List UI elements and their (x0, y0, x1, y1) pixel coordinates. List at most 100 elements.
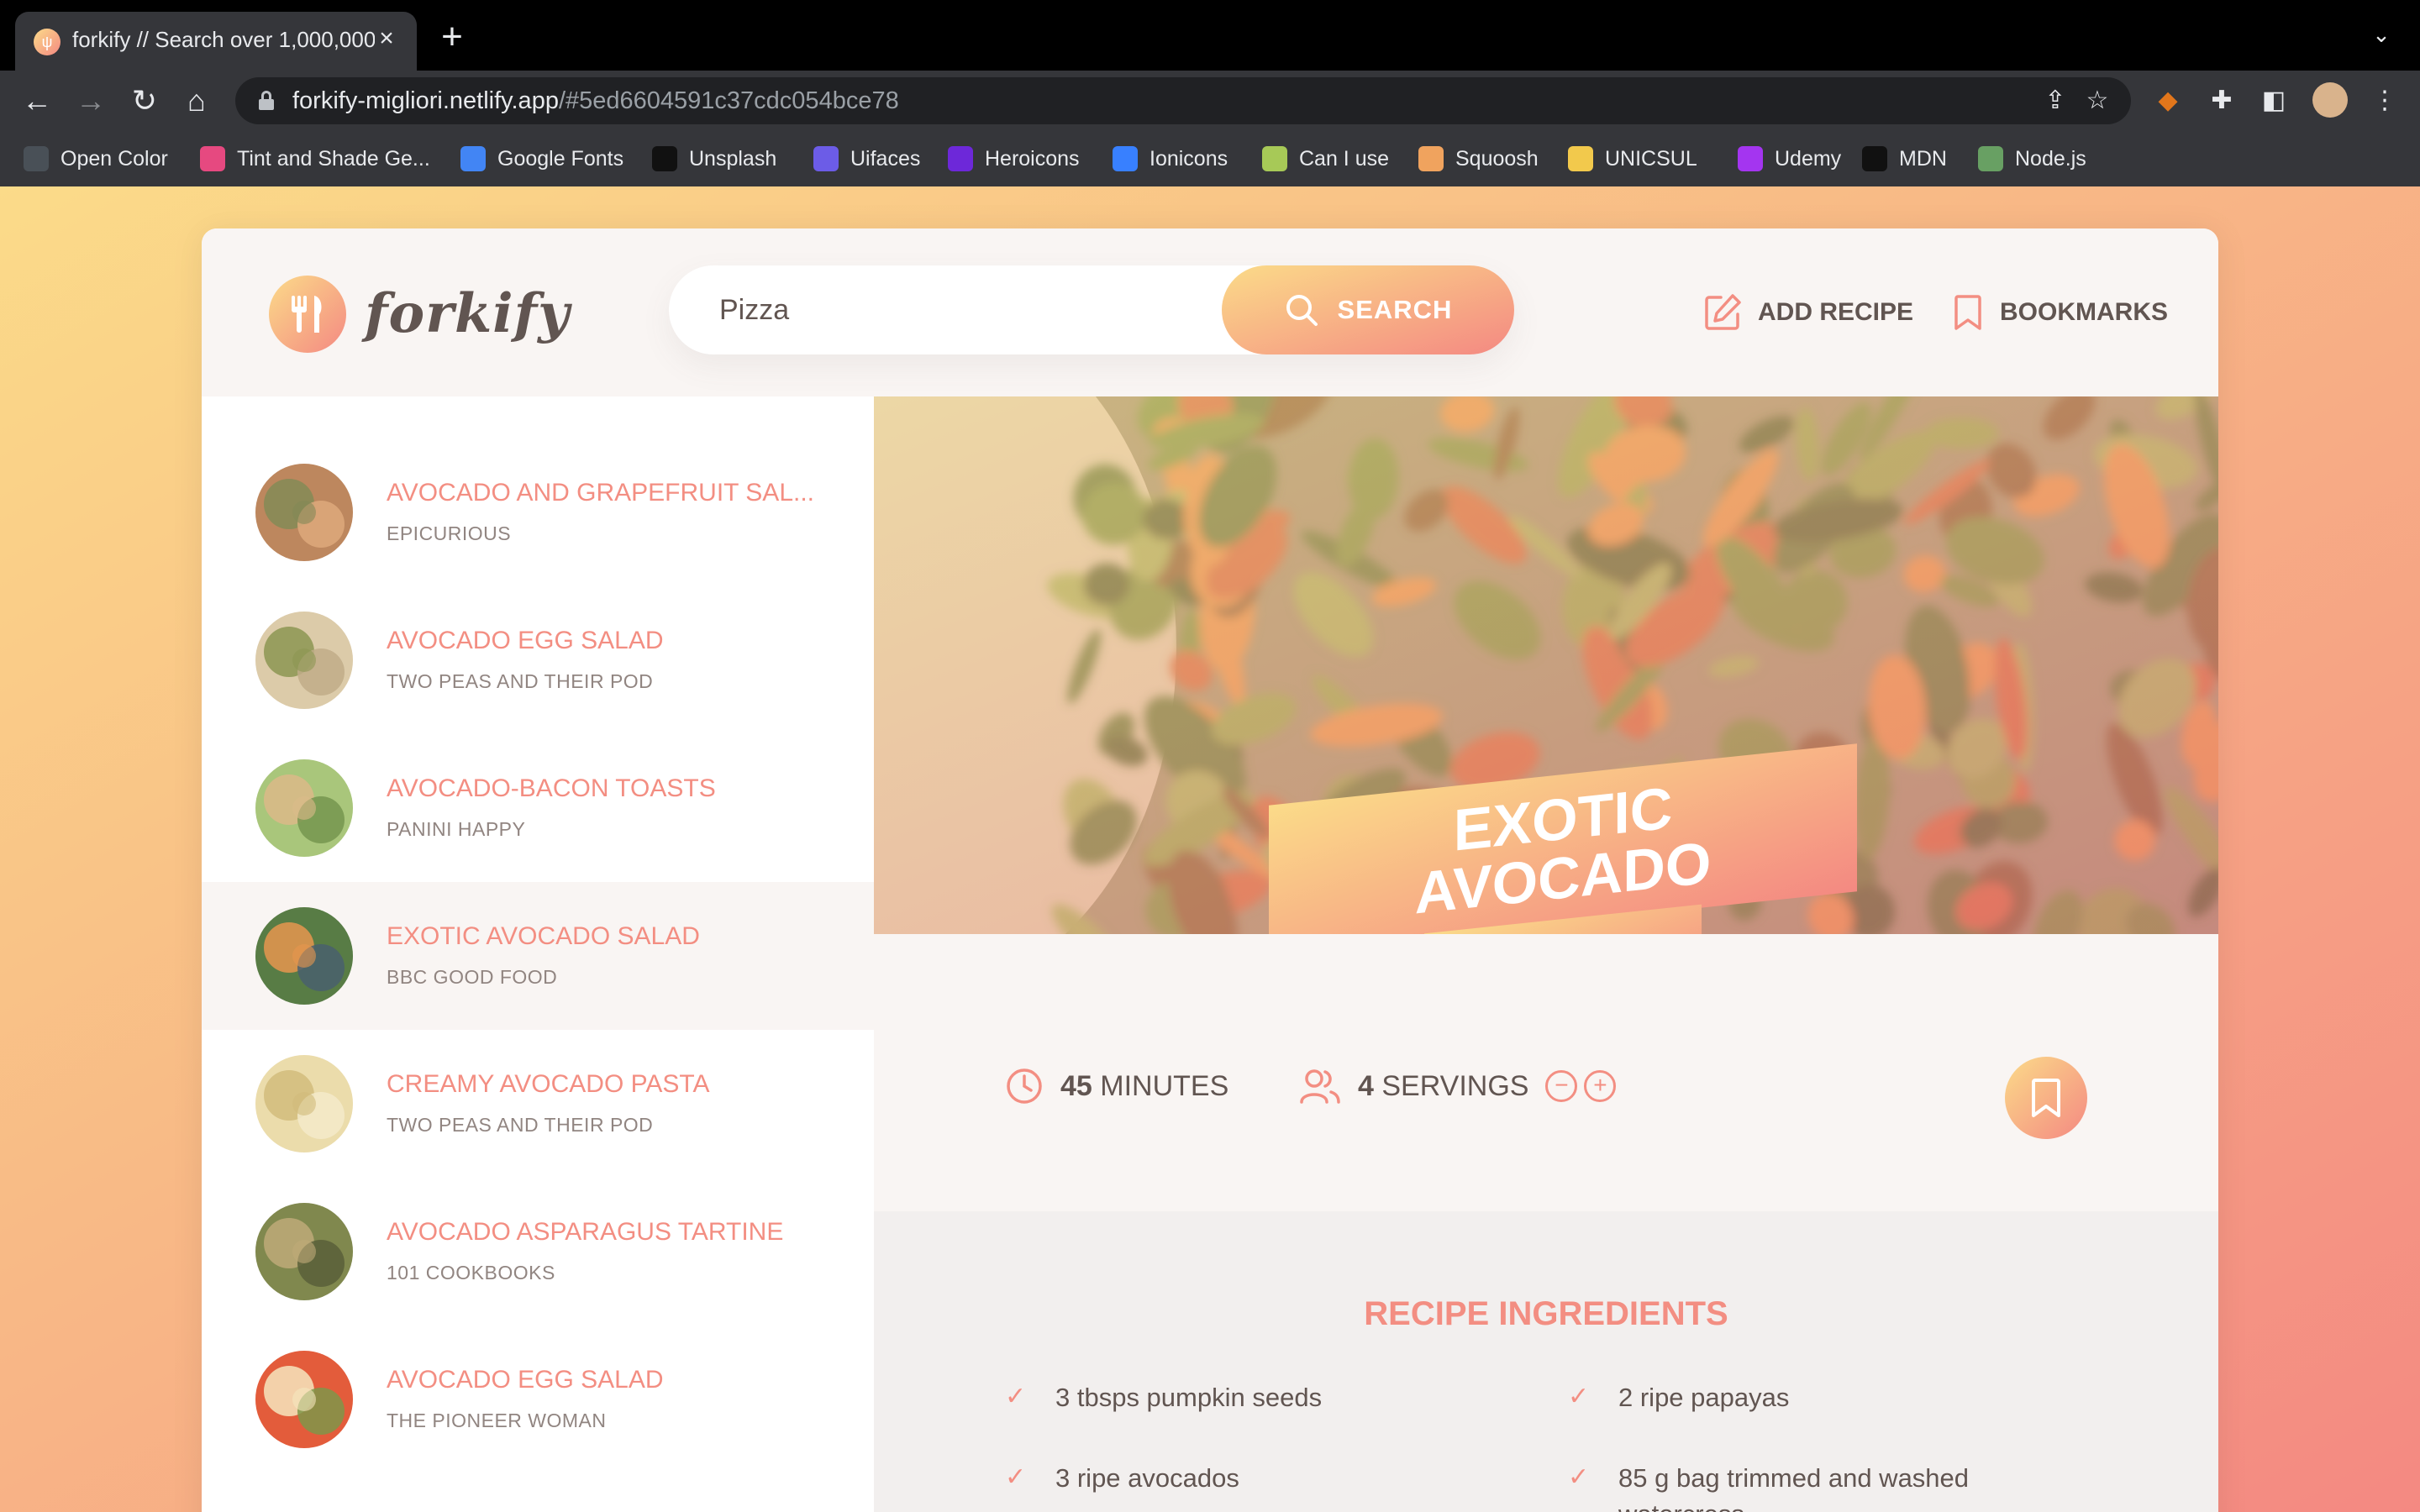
result-title: Avocado Egg Salad (387, 627, 664, 654)
bookmark-label: Squoosh (1455, 146, 1539, 171)
logo-text: forkify (365, 282, 571, 345)
search-result-item[interactable]: Avocado and Grapefruit Sal... Epicurious (202, 438, 874, 586)
search-result-item[interactable]: Avocado Egg Salad Two Peas and Their Pod (202, 586, 874, 734)
bookmark-item[interactable]: MDN (1862, 143, 1947, 175)
lock-icon[interactable] (259, 91, 274, 110)
bookmark-item[interactable]: Open Color (24, 143, 168, 175)
browser-tab-active[interactable]: ψ forkify // Search over 1,000,000 recip… (15, 12, 417, 71)
new-tab-plus-icon[interactable]: + (434, 18, 471, 57)
minutes-label: MINUTES (1100, 1069, 1229, 1102)
servings-count: 4 (1358, 1069, 1374, 1102)
bookmark-label: Unsplash (689, 146, 777, 171)
caniuse-icon (1262, 146, 1287, 171)
search-result-item[interactable]: Creamy Avocado Pasta Two Peas and Their P… (202, 1030, 874, 1178)
ionicons-icon (1113, 146, 1138, 171)
check-icon: ✓ (1568, 1463, 1590, 1491)
bookmark-item[interactable]: Uifaces (813, 143, 920, 175)
reload-icon[interactable]: ↻ (123, 79, 166, 123)
result-thumbnail (255, 464, 353, 561)
result-publisher: BBC Good Food (387, 966, 558, 988)
check-icon: ✓ (1005, 1383, 1027, 1410)
result-title: Avocado-Bacon Toasts (387, 774, 716, 802)
bookmark-item[interactable]: Google Fonts (460, 143, 623, 175)
bookmark-item[interactable]: Heroicons (948, 143, 1080, 175)
search-button[interactable]: SEARCH (1222, 265, 1514, 354)
search-result-item[interactable]: Avocado Asparagus Tartine 101 Cookbooks (202, 1178, 874, 1326)
ingredient-item: ✓ 2 ripe papayas (1568, 1379, 2039, 1415)
add-recipe-button[interactable]: ADD RECIPE (1702, 289, 1913, 336)
bookmark-item[interactable]: Node.js (1978, 143, 2086, 175)
clock-icon (1007, 1068, 1042, 1104)
share-icon[interactable]: ⇪ (2040, 86, 2070, 116)
users-icon (1300, 1069, 1340, 1104)
bookmark-label: Uifaces (850, 146, 921, 171)
forward-arrow-icon[interactable]: → (69, 79, 113, 123)
ingredients-heading: RECIPE INGREDIENTS (1364, 1295, 1728, 1332)
back-arrow-icon[interactable]: ← (15, 79, 59, 123)
bookmark-item[interactable]: Tint and Shade Ge... (200, 143, 430, 175)
browser-tabstrip: ψ forkify // Search over 1,000,000 recip… (0, 0, 2420, 71)
metamask-fox-icon[interactable]: ◆ (2151, 84, 2185, 118)
squoosh-icon (1418, 146, 1444, 171)
ingredient-text: 3 ripe avocados (1055, 1463, 1239, 1493)
result-publisher: The Pioneer Woman (387, 1410, 607, 1431)
result-publisher: Two Peas and Their Pod (387, 670, 654, 692)
result-thumbnail (255, 907, 353, 1005)
bookmark-label: Tint and Shade Ge... (237, 146, 430, 171)
url-text[interactable]: forkify-migliori.netlify.app/#5ed6604591… (292, 87, 899, 115)
tab-search-chevron-icon[interactable]: ⌄ (2365, 22, 2398, 55)
recipe-ingredients: RECIPE INGREDIENTS ✓ 3 tbsps pumpkin seed… (874, 1211, 2218, 1512)
address-bar[interactable]: forkify-migliori.netlify.app/#5ed6604591… (235, 77, 2131, 124)
bookmark-label: Udemy (1775, 146, 1842, 171)
side-panel-icon[interactable]: ◧ (2257, 84, 2291, 118)
home-icon[interactable]: ⌂ (175, 79, 218, 123)
bookmark-label: Node.js (2015, 146, 2086, 171)
bookmark-item[interactable]: Ionicons (1113, 143, 1228, 175)
profile-avatar[interactable] (2312, 82, 2348, 118)
bookmark-item[interactable]: Udemy (1738, 143, 1841, 175)
ingredient-item: ✓ 85 g bag trimmed and washed watercress (1568, 1460, 2039, 1512)
search-result-item[interactable]: Avocado Egg Salad The Pioneer Woman (202, 1326, 874, 1473)
chrome-menu-icon[interactable]: ⋮ (2368, 84, 2402, 118)
result-publisher: 101 Cookbooks (387, 1262, 555, 1284)
ingredient-text: 2 ripe papayas (1618, 1383, 1790, 1412)
bookmark-icon (1954, 295, 1981, 330)
result-title: Avocado Egg Salad (387, 1366, 664, 1394)
result-thumbnail (255, 612, 353, 709)
servings-label: SERVINGS (1381, 1069, 1529, 1102)
close-tab-icon[interactable]: × (371, 24, 402, 54)
check-icon: ✓ (1005, 1463, 1027, 1491)
uifaces-icon (813, 146, 839, 171)
search-icon (1286, 295, 1318, 326)
bookmark-item[interactable]: Unsplash (652, 143, 776, 175)
result-title: Creamy Avocado Pasta (387, 1070, 710, 1098)
result-title: Avocado and Grapefruit Sal... (387, 479, 815, 507)
bookmark-label: Heroicons (985, 146, 1080, 171)
recipe-image: Exotic Avocado Salad (874, 396, 2218, 934)
search-result-item[interactable]: Avocado-Bacon Toasts Panini Happy (202, 734, 874, 882)
forkify-logo[interactable]: forkify (269, 274, 569, 354)
open-color-icon (24, 146, 49, 171)
result-title: Avocado Asparagus Tartine (387, 1218, 784, 1246)
unicsul-icon (1568, 146, 1593, 171)
search-input[interactable] (719, 286, 1190, 334)
bookmarks-button[interactable]: BOOKMARKS (1951, 289, 2168, 336)
bookmark-recipe-button[interactable] (2005, 1057, 2087, 1139)
bookmark-star-icon[interactable]: ☆ (2082, 86, 2112, 116)
bookmark-item[interactable]: Can I use (1262, 143, 1389, 175)
unsplash-icon (652, 146, 677, 171)
tab-title: forkify // Search over 1,000,000 recipes (72, 27, 375, 52)
bookmarks-label: BOOKMARKS (2000, 298, 2168, 326)
increase-servings-button[interactable]: + (1584, 1070, 1617, 1102)
ingredient-item: ✓ 3 tbsps pumpkin seeds (1005, 1379, 1476, 1415)
extensions-puzzle-icon[interactable]: ✚ (2205, 84, 2238, 118)
result-thumbnail (255, 1351, 353, 1448)
bookmark-item[interactable]: UNICSUL (1568, 143, 1697, 175)
ingredient-item: ✓ 3 ripe avocados (1005, 1460, 1476, 1496)
bookmark-item[interactable]: Squoosh (1418, 143, 1539, 175)
app-header: forkify SEARCH ADD RECIPE (202, 228, 2218, 396)
search-result-item[interactable]: Exotic Avocado Salad BBC Good Food (202, 882, 874, 1030)
bookmark-label: Can I use (1299, 146, 1390, 171)
bookmark-label: Open Color (60, 146, 168, 171)
decrease-servings-button[interactable]: − (1545, 1070, 1578, 1102)
